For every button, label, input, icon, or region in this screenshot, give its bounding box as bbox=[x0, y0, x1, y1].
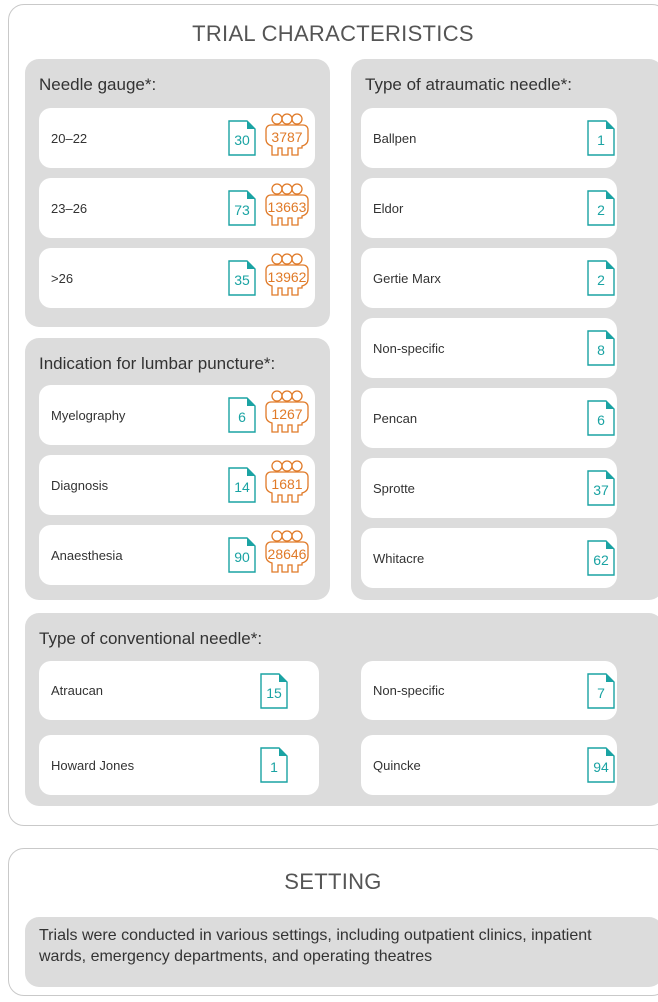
people-group-icon: 13962 bbox=[263, 253, 311, 303]
conventional-row: Atraucan 15 bbox=[39, 661, 319, 720]
atraumatic-row: Ballpen 1 bbox=[361, 108, 617, 168]
indication-row: Diagnosis 14 1681 bbox=[39, 455, 315, 515]
document-icon: 90 bbox=[228, 537, 256, 573]
needle-gauge-panel: Needle gauge*: 20–22 30 3787 23–26 73 13… bbox=[25, 59, 330, 327]
row-label: Eldor bbox=[373, 200, 404, 216]
document-icon: 35 bbox=[228, 260, 256, 296]
participants-count: 1267 bbox=[271, 406, 303, 422]
trials-count: 35 bbox=[234, 272, 250, 288]
needle-gauge-row: 20–22 30 3787 bbox=[39, 108, 315, 168]
trials-count: 73 bbox=[234, 202, 250, 218]
row-label: Pencan bbox=[373, 410, 418, 426]
row-label: Non-specific bbox=[373, 683, 445, 698]
people-group-icon: 3787 bbox=[263, 113, 311, 163]
setting-title: SETTING bbox=[284, 869, 382, 894]
document-icon: 7 bbox=[587, 673, 615, 709]
row-label: 23–26 bbox=[51, 200, 88, 216]
trials-count: 6 bbox=[238, 409, 246, 425]
trials-count: 30 bbox=[234, 132, 250, 148]
row-label: Whitacre bbox=[373, 550, 425, 566]
document-icon: 6 bbox=[587, 400, 615, 436]
row-label: Quincke bbox=[373, 757, 421, 773]
document-icon: 14 bbox=[228, 467, 256, 503]
row-label: Howard Jones bbox=[51, 757, 135, 773]
row-label: Sprotte bbox=[373, 480, 415, 496]
conventional-row: Quincke 94 bbox=[361, 735, 617, 795]
row-label: >26 bbox=[51, 270, 74, 286]
indication-panel: Indication for lumbar puncture*: Myelogr… bbox=[25, 338, 330, 600]
document-icon: 1 bbox=[587, 120, 615, 156]
trials-count: 62 bbox=[593, 552, 609, 568]
row-label: Atraucan bbox=[51, 683, 104, 698]
document-icon: 94 bbox=[587, 747, 615, 783]
document-icon: 73 bbox=[228, 190, 256, 226]
indication-title: Indication for lumbar puncture*: bbox=[39, 354, 276, 373]
trials-count: 8 bbox=[597, 342, 605, 358]
trial-characteristics-title: TRIAL CHARACTERISTICS bbox=[192, 21, 474, 46]
atraumatic-row: Pencan 6 bbox=[361, 388, 617, 448]
atraumatic-row: Gertie Marx 2 bbox=[361, 248, 617, 308]
row-label: Non-specific bbox=[373, 340, 445, 356]
document-icon: 30 bbox=[228, 120, 256, 156]
row-label: Myelography bbox=[51, 407, 126, 423]
people-group-icon: 1681 bbox=[263, 460, 311, 510]
trials-count: 94 bbox=[593, 759, 609, 775]
trials-count: 6 bbox=[597, 412, 605, 428]
atraumatic-row: Eldor 2 bbox=[361, 178, 617, 238]
trials-count: 37 bbox=[593, 482, 609, 498]
trials-count: 2 bbox=[597, 272, 605, 288]
document-icon: 2 bbox=[587, 190, 615, 226]
indication-row: Anaesthesia 90 28646 bbox=[39, 525, 315, 585]
people-group-icon: 13663 bbox=[263, 183, 311, 233]
row-label: Anaesthesia bbox=[51, 547, 123, 563]
needle-gauge-row: >26 35 13962 bbox=[39, 248, 315, 308]
setting-card: SETTING Trials were conducted in various… bbox=[8, 848, 658, 996]
needle-gauge-title: Needle gauge*: bbox=[39, 75, 157, 94]
participants-count: 28646 bbox=[267, 546, 307, 562]
atraumatic-row: Sprotte 37 bbox=[361, 458, 617, 518]
document-icon: 2 bbox=[587, 260, 615, 296]
atraumatic-title: Type of atraumatic needle*: bbox=[365, 75, 572, 94]
document-icon: 1 bbox=[260, 747, 288, 783]
trials-count: 2 bbox=[597, 202, 605, 218]
participants-count: 13962 bbox=[267, 269, 307, 285]
conventional-row: Non-specific 7 bbox=[361, 661, 617, 720]
trials-count: 1 bbox=[270, 759, 278, 775]
document-icon: 37 bbox=[587, 470, 615, 506]
row-label: Ballpen bbox=[373, 130, 417, 146]
trials-count: 90 bbox=[234, 549, 250, 565]
setting-panel: Trials were conducted in various setting… bbox=[25, 917, 658, 987]
atraumatic-row: Whitacre 62 bbox=[361, 528, 617, 588]
conventional-row: Howard Jones 1 bbox=[39, 735, 319, 795]
conventional-title: Type of conventional needle*: bbox=[39, 629, 263, 648]
needle-gauge-row: 23–26 73 13663 bbox=[39, 178, 315, 238]
trials-count: 7 bbox=[597, 685, 605, 701]
people-group-icon: 1267 bbox=[263, 390, 311, 440]
setting-text: Trials were conducted in various setting… bbox=[39, 927, 592, 965]
row-label: 20–22 bbox=[51, 130, 88, 146]
document-icon: 6 bbox=[228, 397, 256, 433]
participants-count: 13663 bbox=[267, 199, 307, 215]
document-icon: 62 bbox=[587, 540, 615, 576]
trials-count: 1 bbox=[597, 132, 605, 148]
indication-row: Myelography 6 1267 bbox=[39, 385, 315, 445]
trials-count: 14 bbox=[234, 479, 250, 495]
trials-count: 15 bbox=[266, 685, 282, 701]
document-icon: 8 bbox=[587, 330, 615, 366]
conventional-panel: Type of conventional needle*: Atraucan 1… bbox=[25, 613, 658, 806]
row-label: Gertie Marx bbox=[373, 270, 441, 286]
participants-count: 3787 bbox=[271, 129, 303, 145]
people-group-icon: 28646 bbox=[263, 530, 311, 580]
participants-count: 1681 bbox=[271, 476, 303, 492]
atraumatic-panel: Type of atraumatic needle*: Ballpen 1 El… bbox=[351, 59, 658, 600]
atraumatic-row: Non-specific 8 bbox=[361, 318, 617, 378]
document-icon: 15 bbox=[260, 673, 288, 709]
row-label: Diagnosis bbox=[51, 477, 109, 493]
trial-characteristics-card: TRIAL CHARACTERISTICS Needle gauge*: 20–… bbox=[8, 4, 658, 826]
